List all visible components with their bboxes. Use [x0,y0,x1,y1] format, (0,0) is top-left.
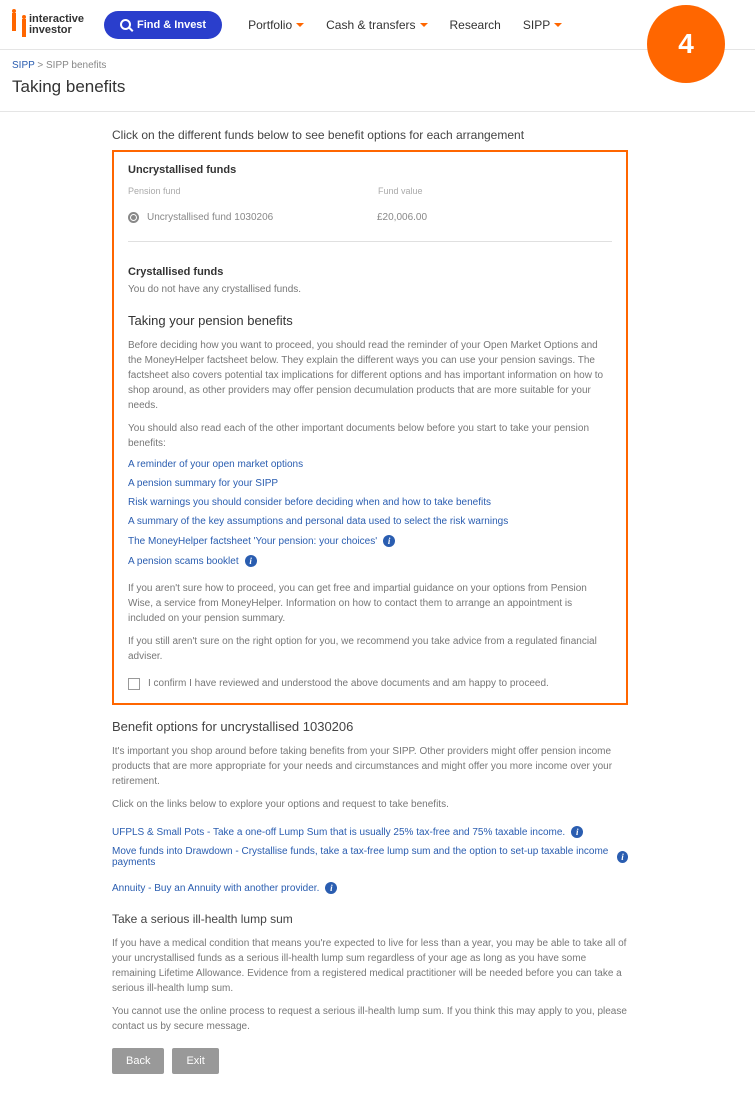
logo-icon [12,16,26,34]
confirm-label: I confirm I have reviewed and understood… [148,676,549,691]
main-nav: Portfolio Cash & transfers Research SIPP [248,18,562,32]
action-buttons: Back Exit [112,1048,628,1074]
taking-benefits-heading: Taking your pension benefits [128,313,612,328]
info-icon[interactable]: i [571,826,583,838]
info-icon[interactable]: i [617,851,628,863]
fund-value: £20,006.00 [377,212,427,223]
link-drawdown[interactable]: Move funds into Drawdown - Crystallise f… [112,846,628,868]
logo-text-1: interactive [29,14,84,25]
fund-name: Uncrystallised fund 1030206 [147,212,377,223]
tpb-para-1: Before deciding how you want to proceed,… [128,338,612,413]
col-fund-value: Fund value [378,186,423,196]
info-icon[interactable]: i [325,882,337,894]
link-assumptions[interactable]: A summary of the key assumptions and per… [128,516,612,527]
link-open-market[interactable]: A reminder of your open market options [128,459,612,470]
link-risk-warnings[interactable]: Risk warnings you should consider before… [128,497,612,508]
tpb-para-2: You should also read each of the other i… [128,421,612,451]
link-moneyhelper[interactable]: The MoneyHelper factsheet 'Your pension:… [128,535,612,547]
nav-cash-transfers[interactable]: Cash & transfers [326,18,427,32]
fund-table-header: Pension fund Fund value [128,186,612,196]
ill-health-heading: Take a serious ill-health lump sum [112,912,628,926]
brand-logo[interactable]: interactive investor [12,14,84,36]
exit-button[interactable]: Exit [172,1048,218,1074]
uncrystallised-heading: Uncrystallised funds [128,164,612,176]
main-content: Click on the different funds below to se… [0,112,640,1074]
link-ufpls[interactable]: UFPLS & Small Pots - Take a one-off Lump… [112,826,628,838]
ill-para-1: If you have a medical condition that mea… [112,936,628,996]
step-badge: 4 [647,5,725,83]
crystallised-text: You do not have any crystallised funds. [128,282,612,297]
benefit-options-heading: Benefit options for uncrystallised 10302… [112,719,628,734]
info-icon[interactable]: i [383,535,395,547]
crumb-sipp[interactable]: SIPP [12,60,35,71]
link-annuity[interactable]: Annuity - Buy an Annuity with another pr… [112,882,628,894]
col-pension-fund: Pension fund [128,186,378,196]
logo-text-2: investor [29,25,84,36]
bo-para-1: It's important you shop around before ta… [112,744,628,789]
back-button[interactable]: Back [112,1048,164,1074]
fund-row[interactable]: Uncrystallised fund 1030206 £20,006.00 [128,204,612,242]
nav-research[interactable]: Research [450,18,501,32]
tpb-para-4: If you still aren't sure on the right op… [128,634,612,664]
confirm-row: I confirm I have reviewed and understood… [128,676,612,691]
info-icon[interactable]: i [245,555,257,567]
bo-para-2: Click on the links below to explore your… [112,797,628,812]
link-pension-summary[interactable]: A pension summary for your SIPP [128,478,612,489]
link-scams-booklet[interactable]: A pension scams bookleti [128,555,612,567]
find-invest-label: Find & Invest [137,19,206,31]
highlighted-panel: Uncrystallised funds Pension fund Fund v… [112,150,628,705]
crystallised-heading: Crystallised funds [128,266,612,278]
intro-text: Click on the different funds below to se… [112,128,628,142]
app-header: interactive investor Find & Invest Portf… [0,0,755,50]
nav-portfolio[interactable]: Portfolio [248,18,304,32]
page-title: Taking benefits [0,75,755,112]
radio-selected-icon[interactable] [128,212,139,223]
chevron-down-icon [296,23,304,27]
breadcrumb: SIPP > SIPP benefits [0,50,755,75]
chevron-down-icon [420,23,428,27]
nav-sipp[interactable]: SIPP [523,18,562,32]
ill-para-2: You cannot use the online process to req… [112,1004,628,1034]
chevron-down-icon [554,23,562,27]
find-invest-button[interactable]: Find & Invest [104,11,222,39]
tpb-para-3: If you aren't sure how to proceed, you c… [128,581,612,626]
confirm-checkbox[interactable] [128,678,140,690]
search-icon [120,19,131,30]
crumb-current: SIPP benefits [46,60,106,71]
